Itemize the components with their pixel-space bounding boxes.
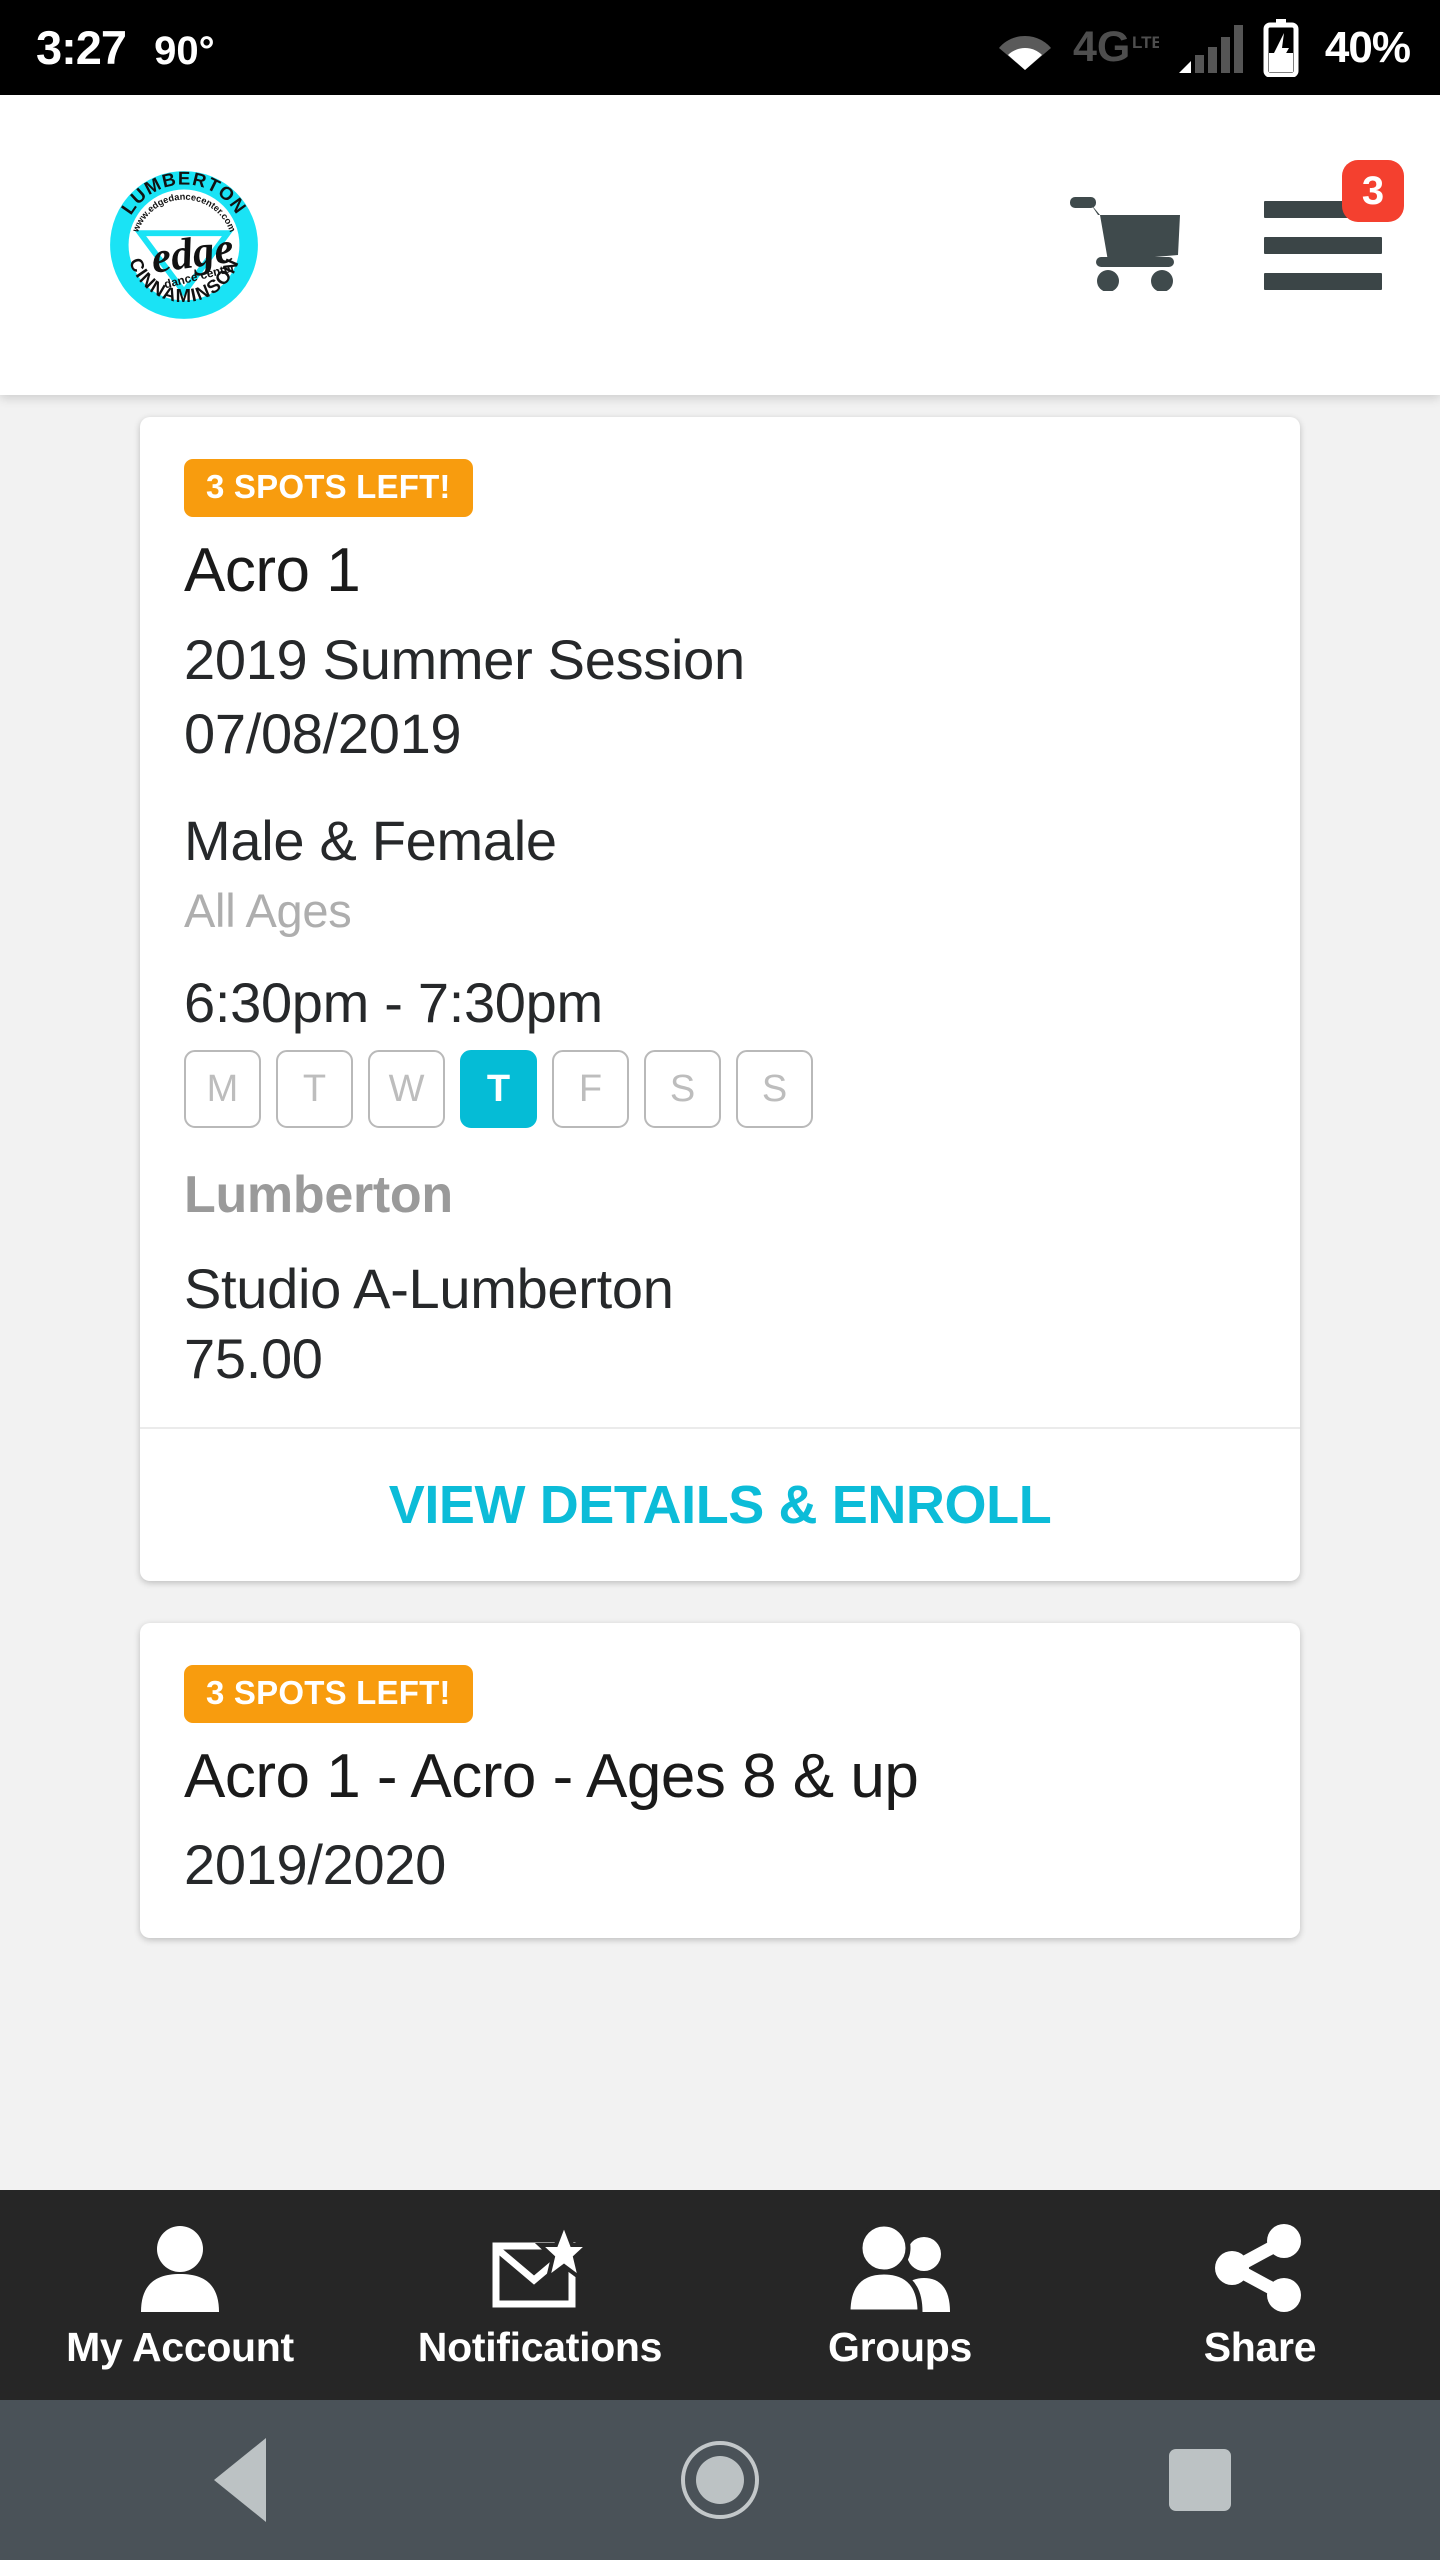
class-studio: Studio A-Lumberton: [184, 1256, 674, 1320]
battery-percent: 40%: [1324, 22, 1411, 72]
class-price: 75.00: [184, 1326, 323, 1390]
share-nodes-icon: [1212, 2220, 1308, 2312]
day-chip-wednesday[interactable]: W: [368, 1050, 445, 1129]
hamburger-bar-3: [1264, 272, 1382, 290]
recents-button[interactable]: [1100, 2400, 1300, 2560]
bottom-tab-bar: My Account Notifications Groups Share: [0, 2190, 1440, 2400]
class-location: Lumberton: [184, 1166, 453, 1225]
class-session: 2019 Summer Session: [184, 627, 745, 691]
home-button[interactable]: [620, 2400, 820, 2560]
svg-text:4G: 4G: [1073, 24, 1130, 71]
people-group-icon: [846, 2220, 954, 2312]
status-badge: 3 SPOTS LEFT!: [184, 1664, 473, 1723]
class-session: 2019/2020: [184, 1833, 447, 1897]
class-time: 6:30pm - 7:30pm: [184, 971, 603, 1035]
status-badge: 3 SPOTS LEFT!: [184, 459, 473, 517]
tab-share[interactable]: Share: [1080, 2190, 1440, 2400]
class-card[interactable]: 3 SPOTS LEFT! Acro 1 2019 Summer Session…: [140, 417, 1300, 1581]
network-type-icon: 4G LTE: [1073, 24, 1159, 72]
tab-label-share: Share: [1203, 2323, 1317, 2370]
class-gender: Male & Female: [184, 809, 557, 873]
day-chip-thursday[interactable]: T: [460, 1050, 537, 1129]
envelope-star-icon: [492, 2220, 588, 2312]
hamburger-bar-2: [1264, 236, 1382, 254]
day-chip-saturday[interactable]: S: [644, 1050, 721, 1129]
class-ages: All Ages: [184, 884, 352, 938]
status-clock: 3:27: [36, 21, 127, 74]
tab-label-notifications: Notifications: [417, 2323, 663, 2370]
signal-bars-icon: [1178, 23, 1243, 73]
status-temperature: 90°: [154, 29, 215, 73]
battery-charging-icon: [1263, 18, 1299, 77]
day-chip-tuesday[interactable]: T: [276, 1050, 353, 1129]
circle-home-icon: [681, 2441, 759, 2519]
app-header: LUMBERTON CINNAMINSON www.edgedancecente…: [0, 95, 1440, 395]
phone-screen: 3:27 90° 4G LTE 40% LUMBERTON CINNAMINSO…: [0, 0, 1440, 2560]
class-title: Acro 1: [184, 536, 361, 605]
class-card[interactable]: 3 SPOTS LEFT! Acro 1 - Acro - Ages 8 & u…: [140, 1622, 1300, 1939]
day-chip-sunday[interactable]: S: [736, 1050, 813, 1129]
header-actions: 3: [1068, 160, 1404, 300]
wifi-icon: [997, 26, 1053, 70]
view-details-enroll-button[interactable]: VIEW DETAILS & ENROLL: [140, 1429, 1300, 1581]
edge-dance-center-logo[interactable]: LUMBERTON CINNAMINSON www.edgedancecente…: [100, 161, 268, 329]
class-title: Acro 1 - Acro - Ages 8 & up: [184, 1741, 919, 1811]
day-chip-friday[interactable]: F: [552, 1050, 629, 1129]
tab-groups[interactable]: Groups: [720, 2190, 1080, 2400]
square-recents-icon: [1169, 2449, 1231, 2511]
day-chip-monday[interactable]: M: [184, 1050, 261, 1129]
shopping-cart-button[interactable]: [1068, 195, 1186, 295]
menu-notification-badge: 3: [1342, 160, 1404, 222]
shopping-cart-icon: [1070, 195, 1184, 296]
class-list-scroll[interactable]: 3 SPOTS LEFT! Acro 1 2019 Summer Session…: [0, 395, 1440, 2190]
status-bar: 3:27 90° 4G LTE 40%: [0, 0, 1440, 95]
back-button[interactable]: [140, 2400, 340, 2560]
class-card-body: 3 SPOTS LEFT! Acro 1 - Acro - Ages 8 & u…: [140, 1623, 1300, 1939]
tab-my-account[interactable]: My Account: [0, 2190, 360, 2400]
class-card-body: 3 SPOTS LEFT! Acro 1 2019 Summer Session…: [140, 417, 1300, 1427]
tab-notifications[interactable]: Notifications: [360, 2190, 720, 2400]
person-icon: [137, 2220, 223, 2312]
android-navigation-bar: [0, 2400, 1440, 2560]
class-day-selector: M T W T F S S: [184, 1050, 1256, 1129]
class-date: 07/08/2019: [184, 701, 462, 765]
svg-text:LTE: LTE: [1132, 33, 1159, 52]
status-bar-left: 3:27 90°: [36, 20, 215, 75]
hamburger-menu-button[interactable]: 3: [1258, 160, 1404, 300]
triangle-back-icon: [214, 2438, 266, 2522]
tab-label-my-account: My Account: [66, 2323, 294, 2370]
status-bar-right: 4G LTE 40%: [997, 18, 1411, 77]
tab-label-groups: Groups: [828, 2323, 972, 2370]
